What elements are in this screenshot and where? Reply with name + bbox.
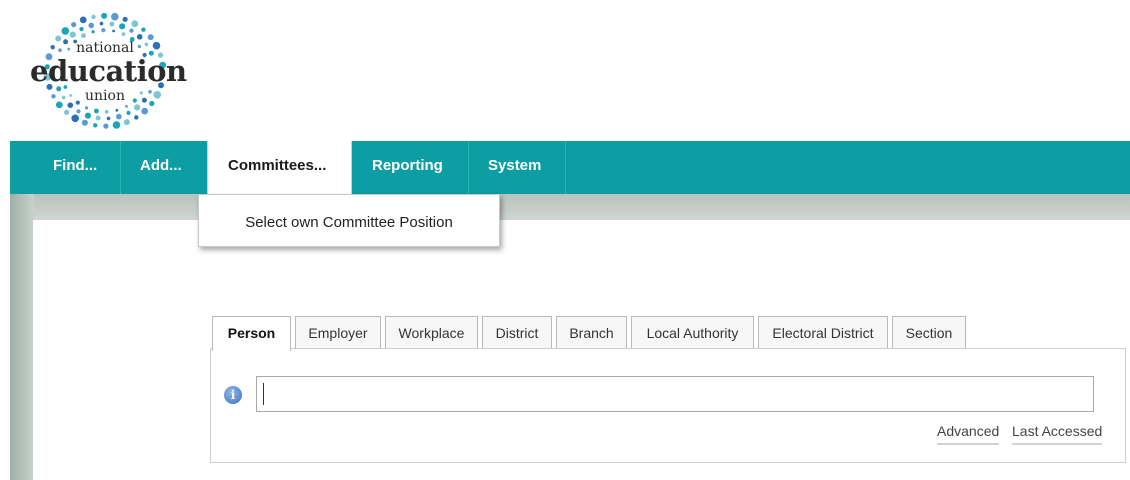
logo-dot [112, 29, 115, 33]
logo-dot [81, 33, 86, 38]
logo-dot [99, 21, 104, 26]
info-icon[interactable]: i [224, 386, 242, 404]
logo-dot [141, 107, 149, 115]
logo-dot [103, 123, 109, 129]
logo-education-text: education [30, 54, 187, 88]
text-cursor [263, 383, 264, 405]
logo-dot [119, 23, 126, 30]
logo-dot [91, 14, 96, 20]
logo-dot [91, 30, 95, 34]
logo-dot [104, 109, 109, 114]
search-input[interactable] [256, 376, 1094, 412]
nav-find[interactable]: Find... [33, 141, 117, 194]
logo-dot [67, 102, 74, 108]
nav-divider [565, 141, 566, 194]
tab-employer[interactable]: Employer [295, 316, 381, 349]
logo-dot [116, 113, 122, 120]
logo-dot [79, 16, 87, 24]
logo-dot [101, 28, 106, 33]
logo-dot [122, 16, 128, 22]
logo-dot [71, 114, 79, 123]
logo-dot [134, 115, 139, 120]
logo-dot [95, 115, 101, 121]
logo-dot [84, 106, 89, 110]
logo-dot [101, 12, 108, 19]
nav-reporting[interactable]: Reporting [352, 141, 463, 194]
tab-local-authority[interactable]: Local Authority [631, 316, 754, 349]
logo-dot [93, 123, 98, 128]
logo-dot [79, 27, 84, 32]
logo-dot [64, 109, 70, 115]
logo-dot [84, 112, 91, 119]
logo-dot [88, 22, 94, 29]
tab-branch[interactable]: Branch [556, 316, 627, 349]
advanced-search-link[interactable]: Advanced [937, 421, 1000, 445]
tab-workplace[interactable]: Workplace [385, 316, 478, 349]
logo-dot [69, 31, 76, 38]
main-nav-bar: Find... Add... Committees... Reporting S… [10, 141, 1130, 194]
tab-person[interactable]: Person [212, 316, 291, 351]
logo-dot [147, 34, 154, 41]
tab-section[interactable]: Section [892, 316, 966, 349]
logo-dot [121, 32, 126, 36]
background-left-edge [10, 194, 34, 480]
logo-dot [125, 105, 128, 108]
logo-dot [134, 104, 141, 111]
logo-dot [129, 28, 134, 33]
tab-district[interactable]: District [482, 316, 552, 349]
logo-dot [94, 108, 99, 114]
tab-electoral-district[interactable]: Electoral District [758, 316, 888, 349]
logo-dot [109, 21, 115, 27]
logo-dot [111, 12, 119, 21]
nav-committees[interactable]: Committees... [207, 141, 352, 194]
nav-add[interactable]: Add... [120, 141, 202, 194]
logo-dot [76, 109, 81, 114]
logo-union-text: union [85, 88, 125, 104]
logo-dot [71, 22, 77, 28]
last-accessed-link[interactable]: Last Accessed [1012, 421, 1103, 445]
logo-dot [115, 108, 119, 112]
logo-dot [81, 119, 88, 126]
logo-dot [106, 116, 111, 121]
logo-dot [61, 27, 70, 35]
logo-dot [131, 20, 139, 28]
logo-national-text: national [76, 40, 134, 56]
nav-system[interactable]: System [468, 141, 561, 194]
logo-dot [126, 110, 131, 115]
menu-item-select-own-committee-position[interactable]: Select own Committee Position [199, 195, 499, 246]
logo-dot [136, 34, 143, 40]
logo-dot [112, 121, 121, 129]
committees-dropdown-menu: Select own Committee Position [198, 194, 500, 247]
logo-dot [141, 27, 146, 32]
logo-dot [123, 119, 130, 126]
nation-education-union-logo: national education union [30, 5, 187, 135]
